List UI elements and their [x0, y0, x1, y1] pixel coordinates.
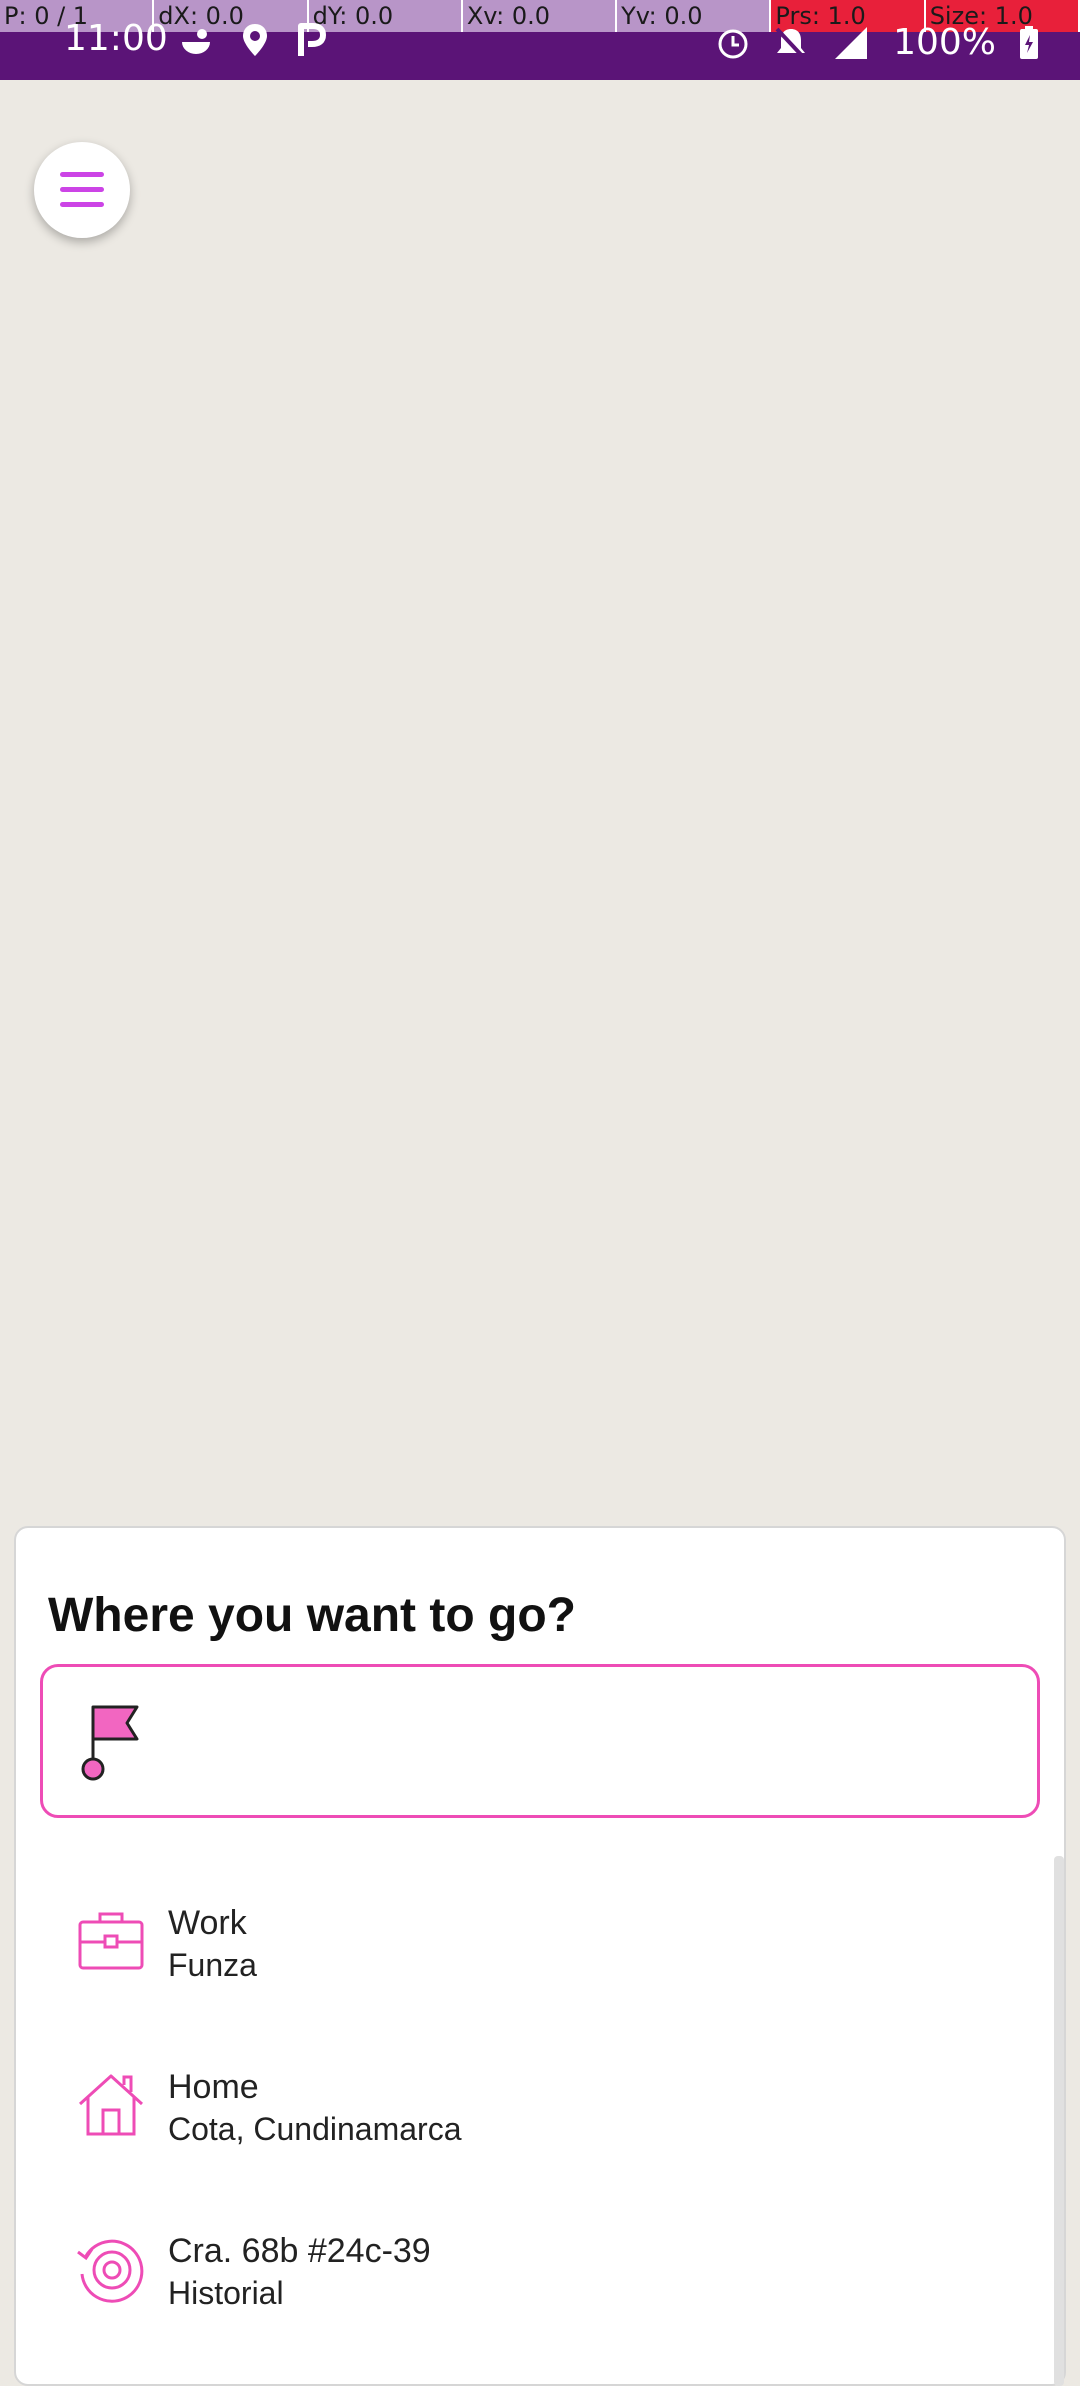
destination-input-box[interactable]: [40, 1664, 1040, 1818]
menu-button[interactable]: [34, 142, 130, 238]
signal-icon: [835, 26, 868, 59]
status-time: 11:00: [64, 18, 168, 59]
place-detail: Funza: [168, 1947, 257, 1983]
place-item-history[interactable]: Cra. 68b #24c-39 Historial: [16, 2200, 1068, 2364]
parking-app-icon: [298, 23, 326, 56]
battery-charging-icon: [1020, 25, 1038, 59]
sheet-title: Where you want to go?: [48, 1589, 576, 1642]
overlay-dy: dY: 0.0: [308, 0, 463, 32]
mute-icon: [775, 27, 807, 60]
list-scrollbar[interactable]: [1054, 1856, 1064, 2386]
hamburger-menu-icon: [60, 172, 104, 207]
place-name: Home: [168, 2068, 259, 2106]
place-detail: Historial: [168, 2275, 284, 2311]
place-text-work: Work Funza: [168, 1902, 257, 1986]
home-icon: [78, 2074, 144, 2136]
location-icon: [243, 24, 267, 56]
flag-pin-icon: [81, 1705, 139, 1781]
battery-percent: 100%: [893, 22, 996, 63]
alarm-icon: [718, 29, 748, 58]
map-view[interactable]: [0, 80, 1080, 1530]
place-detail: Cota, Cundinamarca: [168, 2111, 462, 2147]
destination-sheet: Where you want to go? Work Funza Home Co…: [14, 1526, 1066, 2386]
status-left-icons: [178, 22, 326, 58]
history-icon: [77, 2239, 144, 2303]
destination-input[interactable]: [173, 1666, 1037, 1816]
overlay-xv: Xv: 0.0: [462, 0, 618, 32]
place-name: Work: [168, 1904, 247, 1942]
place-name: Cra. 68b #24c-39: [168, 2232, 431, 2270]
place-item-work[interactable]: Work Funza: [16, 1872, 1068, 2036]
place-text-history: Cra. 68b #24c-39 Historial: [168, 2230, 431, 2314]
saved-places-list: Work Funza Home Cota, Cundinamarca Cra. …: [16, 1872, 1068, 2364]
status-right-icons: 100%: [715, 22, 1040, 63]
place-text-home: Home Cota, Cundinamarca: [168, 2066, 461, 2150]
weather-icon: [182, 29, 210, 54]
briefcase-icon: [78, 1912, 144, 1970]
place-item-home[interactable]: Home Cota, Cundinamarca: [16, 2036, 1068, 2200]
